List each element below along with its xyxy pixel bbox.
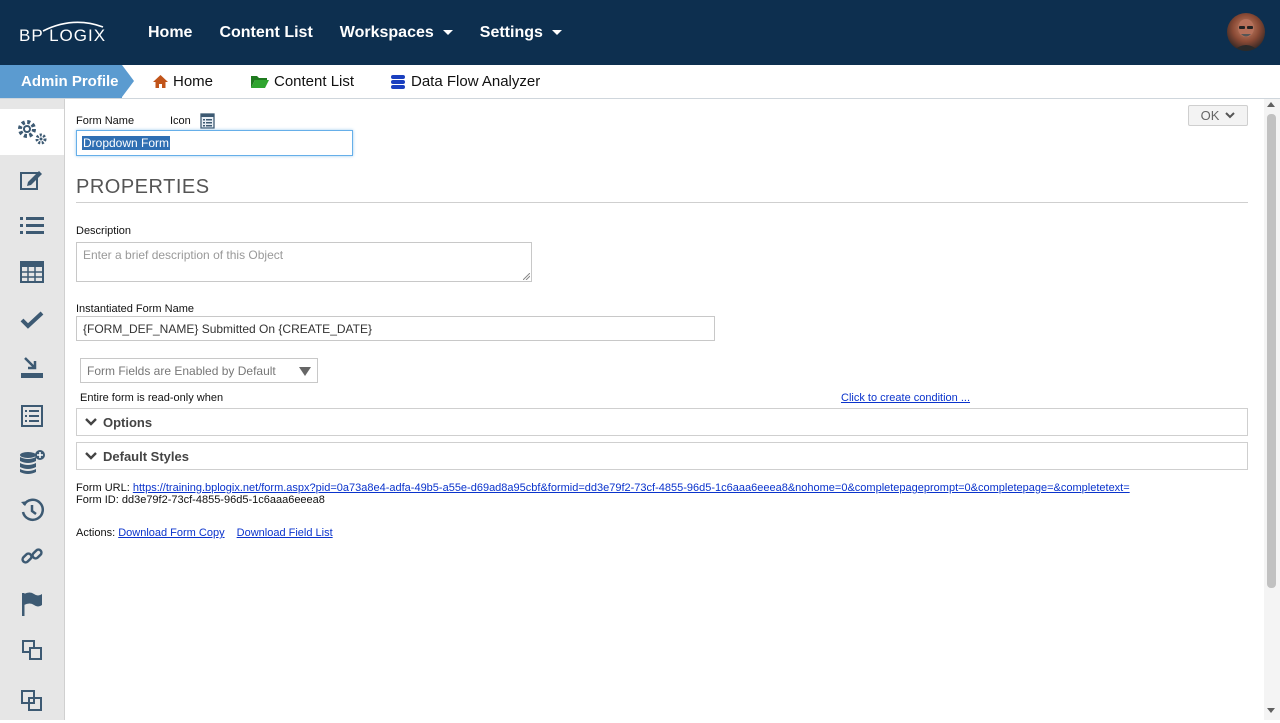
sidebar-item-history[interactable] <box>0 487 64 533</box>
profile-tab-arrow <box>122 65 134 97</box>
subnav-content-list-label: Content List <box>274 73 355 90</box>
scroll-down-arrow-icon[interactable] <box>1267 708 1275 713</box>
form-url-link[interactable]: https://training.bplogix.net/form.aspx?p… <box>133 482 1130 494</box>
database-add-icon <box>20 450 45 474</box>
chevron-down-icon <box>1225 112 1236 119</box>
sidebar-item-form-list[interactable] <box>0 393 64 439</box>
form-url-label: Form URL: <box>76 482 130 494</box>
user-avatar[interactable] <box>1227 13 1265 51</box>
subnav-data-flow-link[interactable]: Data Flow Analyzer <box>389 65 540 98</box>
caret-down-icon <box>551 30 562 35</box>
create-condition-link[interactable]: Click to create condition ... <box>841 392 970 404</box>
scroll-up-arrow-icon[interactable] <box>1267 102 1275 107</box>
form-id-row: Form ID: dd3e79f2-73cf-4855-96d5-1c6aaa6… <box>76 494 325 506</box>
chevron-down-icon <box>85 418 97 426</box>
description-placeholder: Enter a brief description of this Object <box>83 248 284 262</box>
import-icon <box>21 357 43 378</box>
main-nav: Home Content List Workspaces Settings <box>148 0 589 65</box>
form-list-icon <box>21 405 43 427</box>
section-divider <box>76 202 1248 203</box>
house-icon <box>153 75 168 88</box>
left-sidebar <box>0 99 65 720</box>
link-icon <box>21 548 43 564</box>
dropdown-triangle-icon <box>299 367 311 376</box>
readonly-label: Entire form is read-only when <box>80 392 224 404</box>
admin-profile-tab[interactable]: Admin Profile <box>0 65 122 98</box>
form-name-value: Dropdown Form <box>82 136 171 150</box>
default-styles-panel-label: Default Styles <box>103 448 189 464</box>
chevron-down-icon <box>85 452 97 460</box>
table-icon <box>20 261 44 283</box>
form-name-label: Form Name <box>76 115 135 127</box>
download-field-list-link[interactable]: Download Field List <box>237 527 333 539</box>
icon-label: Icon <box>170 115 191 127</box>
database-icon <box>391 74 405 89</box>
download-form-copy-link[interactable]: Download Form Copy <box>118 527 224 539</box>
nav-settings[interactable]: Settings <box>480 24 562 42</box>
description-label: Description <box>76 225 132 237</box>
actions-label: Actions: <box>76 527 116 539</box>
list-icon <box>20 217 44 234</box>
sidebar-item-validation[interactable] <box>0 297 64 343</box>
top-navigation-bar: BP LOGIX Home Content List Workspaces Se… <box>0 0 1280 65</box>
sub-navigation-bar: Admin Profile Home Content List Data Flo… <box>0 65 1280 99</box>
form-id-label: Form ID: <box>76 494 119 506</box>
nav-home-label: Home <box>148 23 193 41</box>
resize-grip-icon[interactable] <box>523 273 530 280</box>
sidebar-item-data-source[interactable] <box>0 439 64 485</box>
description-textarea[interactable]: Enter a brief description of this Object <box>76 242 532 282</box>
nav-content-list-label: Content List <box>219 23 313 41</box>
form-id-value: dd3e79f2-73cf-4855-96d5-1c6aaa6eeea8 <box>121 494 325 506</box>
default-styles-panel-header[interactable]: Default Styles <box>76 442 1248 470</box>
clone-icon <box>21 690 42 711</box>
nav-workspaces[interactable]: Workspaces <box>340 24 453 42</box>
sidebar-item-list[interactable] <box>0 203 64 249</box>
section-title: PROPERTIES <box>76 176 210 198</box>
logo-text: BP LOGIX <box>19 26 107 45</box>
subnav-data-flow-label: Data Flow Analyzer <box>411 73 541 90</box>
bplogix-logo[interactable]: BP LOGIX <box>19 18 109 48</box>
sidebar-item-links[interactable] <box>0 533 64 579</box>
subnav-home-link[interactable]: Home <box>152 65 213 98</box>
nav-settings-label: Settings <box>479 23 543 41</box>
form-fields-select[interactable]: Form Fields are Enabled by Default <box>80 358 318 383</box>
sidebar-item-clone[interactable] <box>0 677 64 723</box>
sidebar-item-import[interactable] <box>0 345 64 391</box>
subnav-home-label: Home <box>173 73 214 90</box>
options-panel-header[interactable]: Options <box>76 408 1248 436</box>
ok-button-label: OK <box>1200 108 1220 123</box>
instantiated-form-name-label: Instantiated Form Name <box>76 303 194 315</box>
gears-icon <box>18 120 47 145</box>
scrollbar-thumb[interactable] <box>1267 114 1276 588</box>
instantiated-form-name-input[interactable]: {FORM_DEF_NAME} Submitted On {CREATE_DAT… <box>76 316 715 341</box>
avatar-face-icon <box>1233 19 1259 51</box>
form-url-row: Form URL: https://training.bplogix.net/f… <box>76 482 1130 494</box>
history-icon <box>21 498 44 522</box>
check-icon <box>20 311 44 329</box>
subnav-content-list-link[interactable]: Content List <box>250 65 354 98</box>
actions-row: Actions: Download Form Copy Download Fie… <box>76 527 333 539</box>
admin-profile-label: Admin Profile <box>21 73 119 90</box>
sidebar-item-table[interactable] <box>0 249 64 295</box>
nav-home[interactable]: Home <box>148 24 192 42</box>
window-restore-icon <box>22 640 42 660</box>
sidebar-item-edit[interactable] <box>0 157 64 203</box>
form-fields-select-value: Form Fields are Enabled by Default <box>87 363 276 378</box>
instantiated-form-name-value: {FORM_DEF_NAME} Submitted On {CREATE_DAT… <box>83 321 372 336</box>
nav-content-list[interactable]: Content List <box>219 24 312 42</box>
sidebar-item-flag[interactable] <box>0 581 64 627</box>
flag-icon <box>22 592 42 616</box>
folder-icon <box>251 76 269 88</box>
caret-down-icon <box>442 30 453 35</box>
form-icon-picker-icon[interactable] <box>200 113 215 129</box>
ok-button[interactable]: OK <box>1188 105 1248 126</box>
form-name-input[interactable]: Dropdown Form <box>76 130 353 156</box>
nav-workspaces-label: Workspaces <box>339 23 434 41</box>
options-panel-label: Options <box>103 414 153 430</box>
sidebar-item-window[interactable] <box>0 627 64 673</box>
edit-icon <box>20 171 42 190</box>
sidebar-item-properties[interactable] <box>0 109 64 155</box>
